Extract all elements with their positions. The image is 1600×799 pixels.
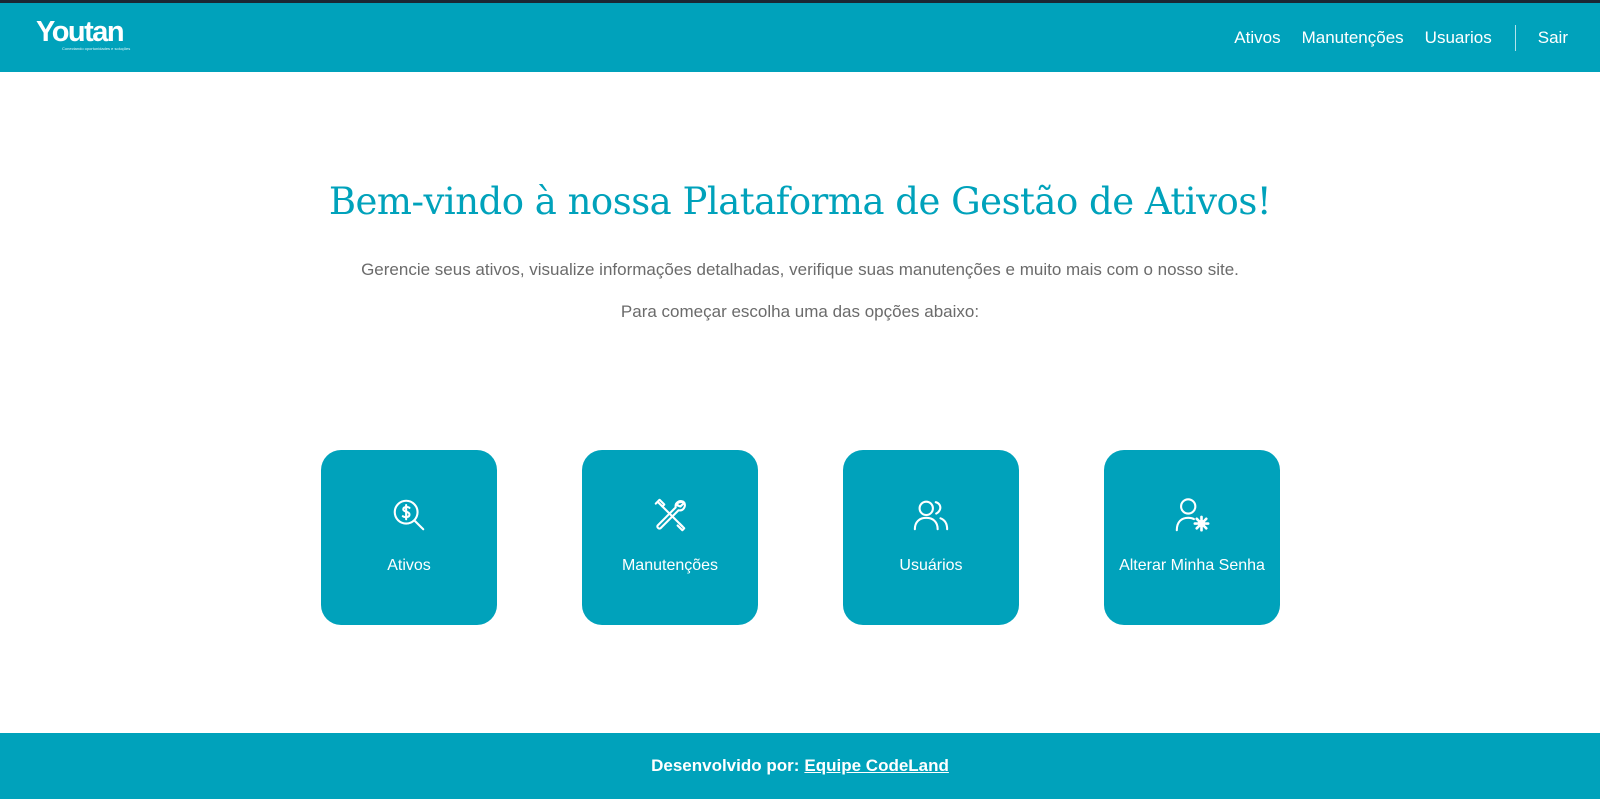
brand-logo[interactable]: Youtan Conectando oportunidades e soluçõ… (36, 17, 130, 51)
nav-item-ativos[interactable]: Ativos (1234, 28, 1280, 48)
card-label: Ativos (387, 557, 431, 574)
card-usuarios[interactable]: Usuários (843, 450, 1019, 625)
page-title: Bem-vindo à nossa Plataforma de Gestão d… (328, 180, 1272, 223)
page-footer: Desenvolvido por: Equipe CodeLand (0, 733, 1600, 799)
main-nav: Ativos Manutenções Usuarios Sair (1234, 3, 1600, 72)
card-label: Usuários (899, 557, 963, 574)
footer-credit-prefix: Desenvolvido por: (651, 756, 800, 775)
users-icon (843, 496, 1019, 536)
brand-tagline: Conectando oportunidades e soluções (62, 46, 131, 51)
card-ativos[interactable]: Ativos (321, 450, 497, 625)
card-alterar-senha[interactable]: Alterar Minha Senha (1104, 450, 1280, 625)
card-manutencoes[interactable]: Manutenções (582, 450, 758, 625)
nav-item-usuarios[interactable]: Usuarios (1425, 28, 1492, 48)
nav-divider (1514, 24, 1516, 51)
brand-name: Youtan (36, 16, 125, 48)
dollar-search-icon (321, 496, 497, 536)
page-instruction: Para começar escolha uma das opções abai… (620, 302, 980, 321)
tools-icon (582, 496, 758, 536)
card-label: Alterar Minha Senha (1119, 557, 1265, 574)
user-settings-icon (1104, 496, 1280, 536)
footer-credit-link[interactable]: Equipe CodeLand (804, 756, 949, 776)
top-navbar: Youtan Conectando oportunidades e soluçõ… (0, 3, 1600, 72)
logout-link[interactable]: Sair (1538, 28, 1568, 48)
page-subtitle: Gerencie seus ativos, visualize informaç… (361, 260, 1239, 279)
nav-item-manutencoes[interactable]: Manutenções (1302, 28, 1404, 48)
card-label: Manutenções (621, 557, 719, 574)
